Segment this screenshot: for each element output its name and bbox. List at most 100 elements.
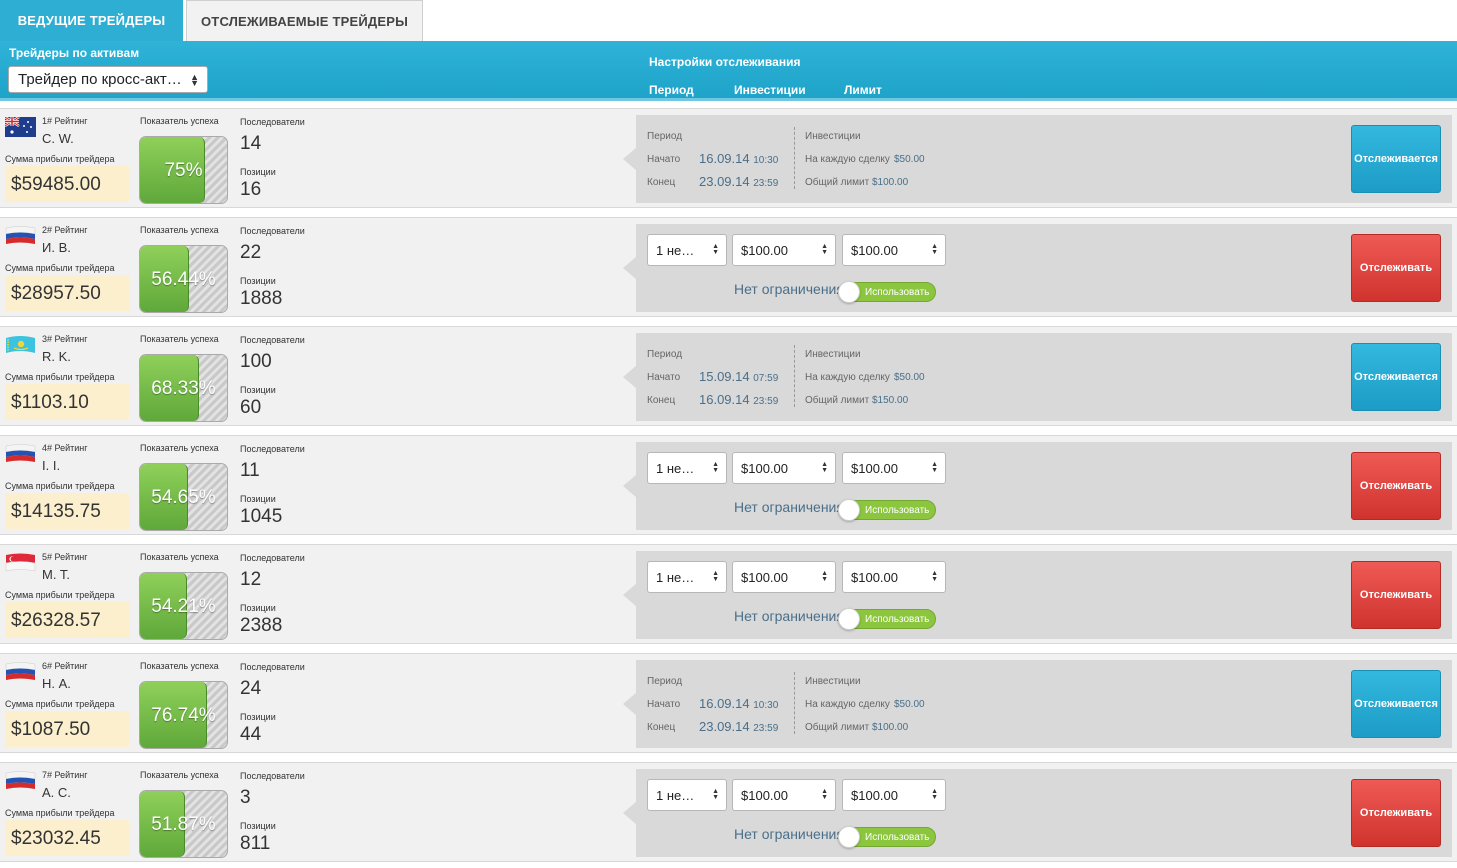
per-trade-label: На каждую сделку (805, 699, 890, 710)
period-label: Период (647, 676, 683, 687)
tracked-button[interactable]: Отслеживается (1351, 670, 1441, 738)
use-limit-toggle[interactable]: Использовать (838, 281, 936, 303)
trader-name[interactable]: C. W. (42, 131, 74, 146)
success-rate-label: Показатель успеха (140, 770, 219, 780)
profit-value: $23032.45 (5, 820, 129, 856)
russia-flag-icon (5, 662, 36, 682)
investment-select[interactable]: $100.00 ▲ ▼ (732, 779, 836, 811)
profit-label: Сумма прибыли трейдера (5, 154, 115, 164)
investment-select[interactable]: $100.00 ▲ ▼ (732, 452, 836, 484)
per-trade-label: На каждую сделку (805, 372, 890, 383)
column-limit: Лимит (844, 83, 882, 97)
investment-select[interactable]: $100.00 ▲ ▼ (732, 561, 836, 593)
end-date: 16.09.14 23:59 (699, 392, 779, 407)
track-button[interactable]: Отслеживать (1351, 234, 1441, 302)
tab-tracked-traders[interactable]: ОТСЛЕЖИВАЕМЫЕ ТРЕЙДЕРЫ (186, 0, 423, 41)
followers-count: 11 (240, 460, 260, 481)
success-rate-bar: 54.65% (139, 463, 228, 531)
trader-name[interactable]: I. I. (42, 458, 60, 473)
track-button[interactable]: Отслеживать (1351, 561, 1441, 629)
no-limit-label: Нет ограничения (734, 499, 844, 515)
limit-select[interactable]: $100.00 ▲ ▼ (842, 452, 946, 484)
track-button[interactable]: Отслеживать (1351, 452, 1441, 520)
trader-rank: 7# Рейтинг (42, 770, 88, 780)
trader-row: 6# Рейтинг Н. А. Сумма прибыли трейдера $10… (0, 653, 1457, 753)
investments-label: Инвестиции (805, 349, 861, 360)
followers-label: Последователи (240, 771, 305, 781)
success-rate-label: Показатель успеха (140, 334, 219, 344)
trader-name[interactable]: А. С. (42, 785, 71, 800)
use-limit-toggle[interactable]: Использовать (838, 608, 936, 630)
select-arrows-icon: ▲ ▼ (712, 788, 719, 801)
positions-count: 2388 (240, 615, 283, 636)
start-date: 16.09.14 10:30 (699, 151, 779, 166)
trader-name[interactable]: Н. А. (42, 676, 71, 691)
start-label: Начато (647, 699, 681, 710)
success-rate-bar: 54.21% (139, 572, 228, 640)
positions-label: Позиции (240, 167, 276, 177)
select-arrows-icon: ▲ ▼ (190, 72, 199, 88)
panel-pointer (623, 692, 637, 716)
followers-label: Последователи (240, 553, 305, 563)
select-arrows-icon: ▲ ▼ (931, 461, 938, 474)
followers-count: 12 (240, 569, 262, 590)
trader-rank: 5# Рейтинг (42, 552, 88, 562)
use-limit-toggle[interactable]: Использовать (838, 499, 936, 521)
trader-name[interactable]: R. K. (42, 349, 71, 364)
success-rate-bar: 76.74% (139, 681, 228, 749)
total-limit-value: $100.00 (872, 177, 909, 188)
success-rate-label: Показатель успеха (140, 225, 219, 235)
russia-flag-icon (5, 771, 36, 791)
kazakhstan-flag-icon (5, 335, 36, 355)
limit-select[interactable]: $100.00 ▲ ▼ (842, 234, 946, 266)
success-rate-value: 76.74% (151, 705, 216, 726)
period-select[interactable]: 1 не… ▲ ▼ (647, 561, 727, 593)
followers-count: 22 (240, 242, 262, 263)
panel-pointer (623, 801, 637, 825)
assets-filter-value: Трейдер по кросс-акт… (18, 71, 182, 88)
end-label: Конец (647, 177, 676, 188)
start-label: Начато (647, 372, 681, 383)
panel-pointer (623, 583, 637, 607)
tracking-settings-heading: Настройки отслеживания (649, 55, 801, 69)
limit-select[interactable]: $100.00 ▲ ▼ (842, 779, 946, 811)
followers-count: 24 (240, 678, 262, 699)
end-label: Конец (647, 722, 676, 733)
end-date: 23.09.14 23:59 (699, 719, 779, 734)
tab-leading-traders[interactable]: ВЕДУЩИЕ ТРЕЙДЕРЫ (0, 0, 183, 41)
select-arrows-icon: ▲ ▼ (821, 461, 828, 474)
trader-row: 5# Рейтинг M. T. Сумма прибыли трейдера $26… (0, 544, 1457, 644)
positions-count: 811 (240, 833, 271, 854)
trader-row: 1# Рейтинг C. W. Сумма прибыли трейдера $59… (0, 108, 1457, 208)
select-arrows-icon: ▲ ▼ (821, 788, 828, 801)
use-limit-toggle[interactable]: Использовать (838, 826, 936, 848)
followers-count: 14 (240, 133, 262, 154)
trader-rank: 2# Рейтинг (42, 225, 88, 235)
period-select[interactable]: 1 не… ▲ ▼ (647, 234, 727, 266)
panel-divider (794, 345, 795, 407)
toggle-knob (838, 826, 860, 848)
end-time: 23:59 (753, 396, 779, 407)
toggle-label: Использовать (865, 614, 930, 625)
profit-label: Сумма прибыли трейдера (5, 699, 115, 709)
trader-name[interactable]: И. В. (42, 240, 71, 255)
assets-filter-select[interactable]: Трейдер по кросс-акт… ▲ ▼ (8, 66, 208, 93)
success-rate-value: 54.21% (151, 596, 216, 617)
track-button[interactable]: Отслеживать (1351, 779, 1441, 847)
limit-select[interactable]: $100.00 ▲ ▼ (842, 561, 946, 593)
investment-select[interactable]: $100.00 ▲ ▼ (732, 234, 836, 266)
period-select[interactable]: 1 не… ▲ ▼ (647, 779, 727, 811)
trader-rank: 4# Рейтинг (42, 443, 88, 453)
trader-name[interactable]: M. T. (42, 567, 70, 582)
success-rate-value: 75% (164, 160, 203, 181)
profit-label: Сумма прибыли трейдера (5, 263, 115, 273)
success-rate-value: 56.44% (151, 269, 216, 290)
profit-value: $59485.00 (5, 166, 129, 202)
period-select[interactable]: 1 не… ▲ ▼ (647, 452, 727, 484)
start-time: 10:30 (753, 155, 779, 166)
tracked-button[interactable]: Отслеживается (1351, 125, 1441, 193)
total-limit-value: $100.00 (872, 722, 909, 733)
profit-label: Сумма прибыли трейдера (5, 372, 115, 382)
tracked-button[interactable]: Отслеживается (1351, 343, 1441, 411)
panel-pointer (623, 147, 637, 171)
